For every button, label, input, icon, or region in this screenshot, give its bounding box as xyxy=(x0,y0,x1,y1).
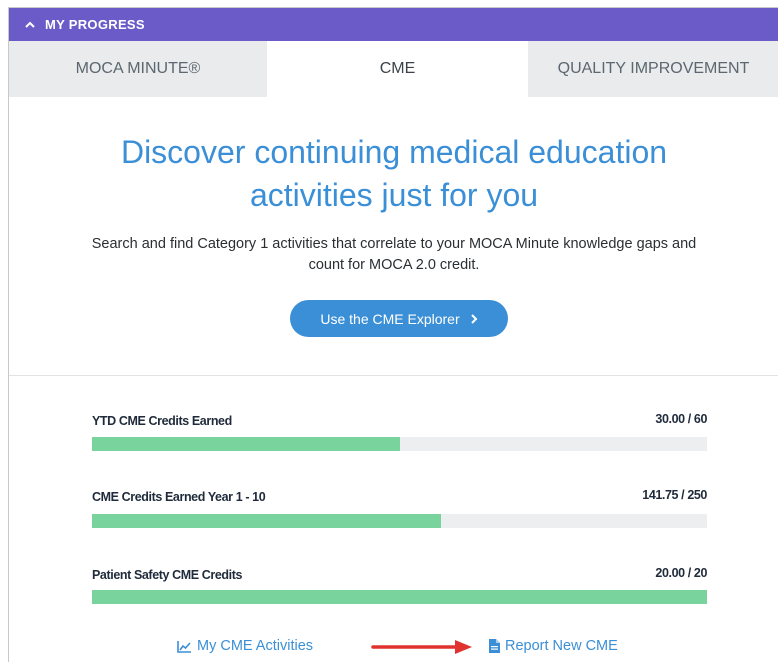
tab-moca-minute[interactable]: MOCA MINUTE® xyxy=(9,41,267,97)
chevron-right-icon xyxy=(470,313,478,324)
my-cme-activities-label: My CME Activities xyxy=(197,638,314,654)
progress-fill xyxy=(92,590,707,604)
progress-label: CME Credits Earned Year 1 - 10 xyxy=(92,490,266,504)
progress-value: 30.00 / 60 xyxy=(655,412,707,426)
tab-cme[interactable]: CME xyxy=(267,41,528,97)
hero-title-line-1: Discover continuing medical education xyxy=(120,134,668,170)
progress-fill xyxy=(92,514,441,528)
report-new-cme-link[interactable]: Report New CME xyxy=(489,632,618,660)
hero-description-line-1: Search and find Category 1 activities th… xyxy=(91,236,697,252)
progress-track xyxy=(92,590,707,604)
hero-title: Discover continuing medical education ac… xyxy=(49,131,739,217)
my-progress-header[interactable]: MY PROGRESS xyxy=(9,8,778,41)
hero-description-line-2: count for MOCA 2.0 credit. xyxy=(308,257,480,273)
tab-quality-improvement[interactable]: QUALITY IMPROVEMENT xyxy=(528,41,778,97)
report-new-cme-label: Report New CME xyxy=(505,638,618,654)
progress-value: 20.00 / 20 xyxy=(655,566,707,580)
progress-value: 141.75 / 250 xyxy=(642,488,707,502)
progress-label: YTD CME Credits Earned xyxy=(92,414,232,428)
chevron-up-icon xyxy=(25,21,35,28)
cme-explorer-button-label: Use the CME Explorer xyxy=(320,310,460,327)
progress-track xyxy=(92,437,707,451)
progress-label: Patient Safety CME Credits xyxy=(92,568,243,582)
hero-description: Search and find Category 1 activities th… xyxy=(39,234,749,276)
hero-title-line-2: activities just for you xyxy=(249,177,539,213)
progress-track xyxy=(92,514,707,528)
cme-hero-section: Discover continuing medical education ac… xyxy=(9,97,778,376)
progress-item-patient-safety: Patient Safety CME Credits 20.00 / 20 xyxy=(92,566,707,610)
my-progress-panel: MY PROGRESS MOCA MINUTE® CME QUALITY IMP… xyxy=(8,7,778,662)
my-cme-activities-link[interactable]: My CME Activities xyxy=(177,632,313,660)
line-chart-icon xyxy=(177,640,191,653)
progress-tabs: MOCA MINUTE® CME QUALITY IMPROVEMENT xyxy=(9,41,778,97)
document-icon xyxy=(489,639,500,653)
red-arrow-annotation xyxy=(371,640,472,654)
progress-fill xyxy=(92,437,400,451)
progress-item-ytd: YTD CME Credits Earned 30.00 / 60 xyxy=(92,412,707,456)
cme-explorer-button[interactable]: Use the CME Explorer xyxy=(290,300,508,337)
my-progress-title: MY PROGRESS xyxy=(45,17,145,32)
progress-item-year-1-10: CME Credits Earned Year 1 - 10 141.75 / … xyxy=(92,488,707,532)
